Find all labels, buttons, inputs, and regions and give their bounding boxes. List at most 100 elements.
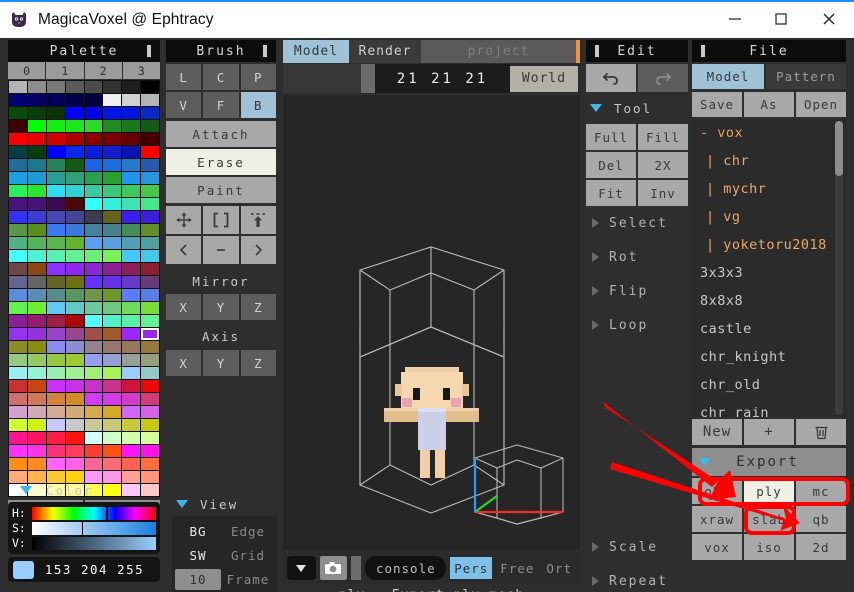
file-open-button[interactable]: Open — [796, 92, 846, 117]
palette-swatch[interactable] — [103, 107, 122, 119]
palette-swatch[interactable] — [27, 185, 46, 197]
palette-page-0[interactable]: 0 — [8, 62, 46, 79]
saturation-slider-row[interactable]: S: — [12, 520, 156, 536]
palette-swatch[interactable] — [141, 133, 159, 145]
tool-full[interactable]: Full — [586, 124, 636, 150]
palette-swatch[interactable] — [84, 380, 103, 392]
file-collapse-handle[interactable] — [701, 45, 705, 57]
tool-section-header[interactable]: Tool — [586, 95, 688, 121]
tool-fit[interactable]: Fit — [586, 180, 636, 206]
palette-swatch[interactable] — [103, 367, 122, 379]
palette-swatch[interactable] — [46, 133, 65, 145]
palette-swatch[interactable] — [9, 341, 27, 353]
voxel-canvas[interactable] — [283, 95, 580, 550]
mirror-axis-x[interactable]: X — [166, 294, 202, 320]
palette-swatch[interactable] — [141, 458, 159, 470]
palette-swatch[interactable] — [141, 367, 159, 379]
palette-swatch-grid[interactable] — [8, 80, 160, 497]
view-toggle-10[interactable]: 10 — [175, 568, 221, 590]
palette-swatch[interactable] — [84, 107, 103, 119]
palette-swatch[interactable] — [122, 159, 141, 171]
view-section-header[interactable]: View — [172, 494, 278, 514]
export-format-slab[interactable]: slab — [744, 506, 794, 532]
palette-swatch[interactable] — [141, 172, 159, 184]
palette-swatch[interactable] — [46, 432, 65, 444]
palette-swatch[interactable] — [9, 367, 27, 379]
palette-swatch[interactable] — [27, 250, 46, 262]
palette-swatch[interactable] — [84, 419, 103, 431]
palette-swatch[interactable] — [141, 445, 159, 457]
palette-swatch[interactable] — [46, 315, 65, 327]
tool-fill[interactable]: Fill — [638, 124, 688, 150]
palette-swatch[interactable] — [141, 393, 159, 405]
file-list-scrollbar[interactable] — [835, 121, 843, 415]
palette-swatch[interactable] — [122, 432, 141, 444]
palette-swatch[interactable] — [122, 172, 141, 184]
color-section-header[interactable]: Color — [8, 480, 160, 500]
palette-swatch[interactable] — [65, 367, 84, 379]
palette-swatch[interactable] — [9, 120, 27, 132]
palette-swatch[interactable] — [9, 328, 27, 340]
palette-swatch[interactable] — [103, 276, 122, 288]
palette-swatch[interactable] — [103, 185, 122, 197]
palette-swatch[interactable] — [65, 250, 84, 262]
brush-mode-erase[interactable]: Erase — [166, 149, 276, 175]
palette-swatch[interactable] — [141, 432, 159, 444]
edit-section-loop[interactable]: Loop — [586, 308, 688, 342]
move-icon[interactable] — [166, 206, 202, 234]
brush-mode-paint[interactable]: Paint — [166, 177, 276, 203]
palette-swatch[interactable] — [65, 133, 84, 145]
palette-swatch[interactable] — [65, 302, 84, 314]
file-list-scroll-thumb[interactable] — [835, 121, 843, 176]
plus-icon[interactable]: + — [744, 419, 794, 445]
palette-swatch[interactable] — [122, 81, 141, 93]
palette-swatch[interactable] — [84, 445, 103, 457]
palette-swatch[interactable] — [46, 81, 65, 93]
palette-swatch[interactable] — [9, 289, 27, 301]
palette-swatch[interactable] — [27, 406, 46, 418]
palette-swatch[interactable] — [9, 432, 27, 444]
palette-page-2[interactable]: 2 — [84, 62, 122, 79]
palette-swatch[interactable] — [9, 406, 27, 418]
palette-swatch[interactable] — [9, 185, 27, 197]
palette-swatch[interactable] — [84, 406, 103, 418]
palette-swatch[interactable] — [65, 198, 84, 210]
palette-swatch[interactable] — [65, 328, 84, 340]
value-slider[interactable] — [32, 536, 156, 550]
palette-swatch[interactable] — [9, 263, 27, 275]
palette-swatch[interactable] — [9, 146, 27, 158]
palette-swatch[interactable] — [84, 146, 103, 158]
palette-collapse-handle[interactable] — [147, 45, 151, 57]
export-format-ply[interactable]: ply — [744, 478, 794, 504]
palette-swatch[interactable] — [65, 276, 84, 288]
palette-swatch[interactable] — [84, 328, 103, 340]
projection-ort[interactable]: Ort — [542, 557, 576, 579]
palette-swatch[interactable] — [27, 276, 46, 288]
palette-swatch[interactable] — [122, 263, 141, 275]
palette-swatch[interactable] — [27, 120, 46, 132]
palette-swatch[interactable] — [141, 185, 159, 197]
palette-swatch[interactable] — [27, 263, 46, 275]
palette-swatch[interactable] — [122, 237, 141, 249]
palette-swatch[interactable] — [46, 237, 65, 249]
brush-collapse-handle[interactable] — [263, 45, 267, 57]
palette-swatch[interactable] — [9, 250, 27, 262]
palette-swatch[interactable] — [27, 419, 46, 431]
palette-swatch[interactable] — [122, 302, 141, 314]
palette-swatch[interactable] — [9, 276, 27, 288]
palette-swatch[interactable] — [122, 107, 141, 119]
mirror-axis-y[interactable]: Y — [203, 294, 239, 320]
view-toggle-frame[interactable]: Frame — [221, 572, 275, 587]
palette-swatch[interactable] — [46, 354, 65, 366]
axis-x[interactable]: X — [166, 350, 202, 376]
palette-swatch[interactable] — [27, 81, 46, 93]
palette-swatch[interactable] — [103, 146, 122, 158]
palette-swatch[interactable] — [122, 146, 141, 158]
palette-swatch[interactable] — [27, 432, 46, 444]
export-format-vox[interactable]: vox — [692, 534, 742, 560]
palette-swatch[interactable] — [103, 328, 122, 340]
palette-swatch[interactable] — [103, 133, 122, 145]
palette-swatch[interactable] — [27, 94, 46, 106]
palette-swatch[interactable] — [84, 224, 103, 236]
palette-swatch[interactable] — [65, 315, 84, 327]
